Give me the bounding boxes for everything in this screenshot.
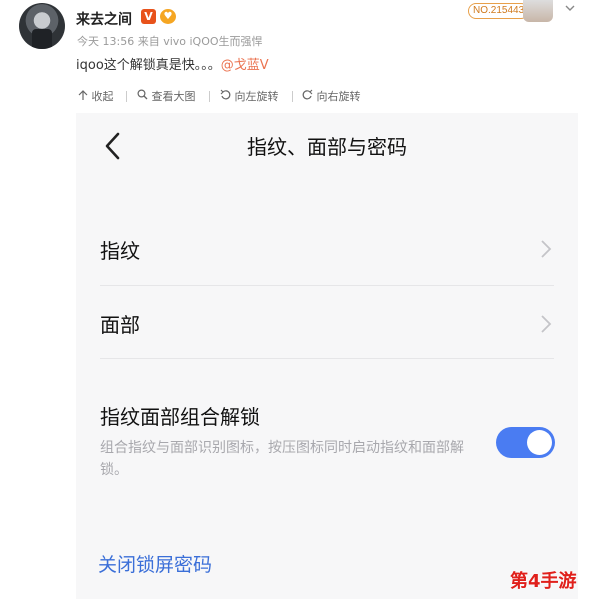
rotate-left-icon: [220, 89, 231, 100]
rotate-left-label: 向左旋转: [234, 90, 279, 103]
username[interactable]: 来去之间: [76, 9, 132, 29]
user-avatar[interactable]: [19, 3, 65, 49]
fingerprint-row[interactable]: 指纹: [76, 209, 578, 281]
fan-avatar: [523, 0, 553, 22]
toolbar-divider: [126, 91, 127, 102]
page-title: 指纹、面部与密码: [247, 135, 407, 159]
collapse-icon: [78, 90, 88, 100]
toggle-knob: [527, 430, 552, 455]
search-icon: [137, 89, 148, 100]
vip-badge-icon: ♥: [160, 9, 176, 24]
collapse-button[interactable]: 收起: [78, 88, 114, 104]
combo-unlock-toggle[interactable]: [496, 427, 555, 458]
rotate-left-button[interactable]: 向左旋转: [220, 88, 279, 104]
settings-header: 指纹、面部与密码: [76, 113, 578, 179]
watermark: 第4手游: [510, 571, 577, 592]
weibo-post: 来去之间 V ♥ 今天 13:56 来自 vivo iQOO生而强悍 iqoo这…: [0, 0, 594, 80]
toolbar-divider: [292, 91, 293, 102]
face-row[interactable]: 面部: [76, 285, 578, 357]
chevron-right-icon: [541, 315, 552, 333]
close-lock-password-link[interactable]: 关闭锁屏密码: [98, 550, 212, 577]
view-large-label: 查看大图: [151, 90, 196, 103]
image-toolbar: 收起 查看大图 向左旋转 向右旋转: [0, 84, 594, 108]
mention-link[interactable]: @戈蓝V: [221, 58, 269, 73]
collapse-label: 收起: [91, 90, 114, 103]
fan-number-tag: NO.215443: [468, 3, 530, 19]
combo-unlock-description: 组合指纹与面部识别图标，按压图标同时启动指纹和面部解锁。: [100, 440, 464, 478]
rotate-right-button[interactable]: 向右旋转: [302, 88, 361, 104]
toolbar-divider: [209, 91, 210, 102]
row-divider: [100, 358, 554, 359]
chevron-down-icon[interactable]: [563, 1, 577, 15]
fingerprint-label: 指纹: [100, 239, 140, 263]
post-body: iqoo这个解锁真是快。。。: [76, 58, 221, 73]
view-large-button[interactable]: 查看大图: [137, 88, 196, 104]
post-text: iqoo这个解锁真是快。。。@戈蓝V: [76, 54, 269, 73]
rotate-right-label: 向右旋转: [316, 90, 361, 103]
combo-unlock-label: 指纹面部组合解锁: [100, 405, 260, 429]
post-meta: 今天 13:56 来自 vivo iQOO生而强悍: [77, 35, 263, 48]
verified-badge: V: [141, 9, 156, 24]
face-label: 面部: [100, 313, 140, 337]
combo-unlock-row: 指纹面部组合解锁 组合指纹与面部识别图标，按压图标同时启动指纹和面部解锁。: [76, 393, 578, 493]
chevron-right-icon: [541, 240, 552, 258]
rotate-right-icon: [302, 89, 313, 100]
embedded-screenshot[interactable]: 指纹、面部与密码 指纹 面部 指纹面部组合解锁 组合指纹与面部识别图标，按压图标…: [76, 113, 578, 599]
